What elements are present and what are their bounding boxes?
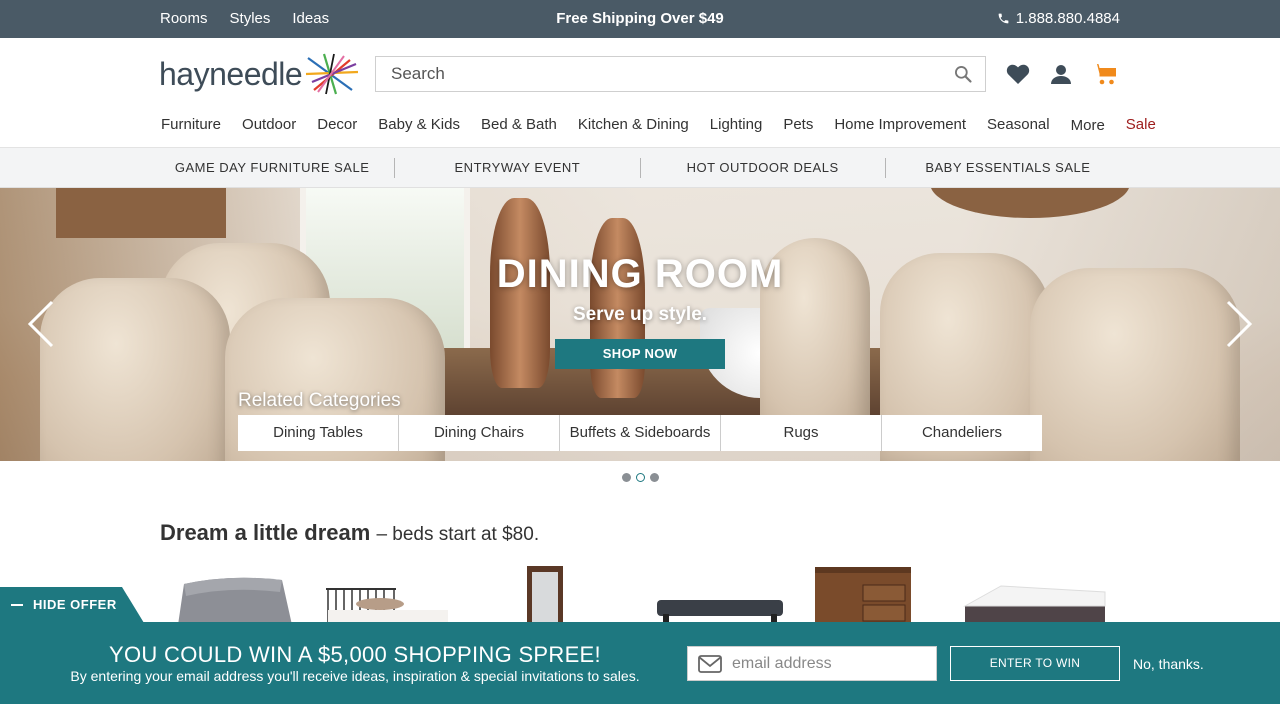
- hide-offer-tab[interactable]: HIDE OFFER: [0, 587, 144, 623]
- nav-seasonal[interactable]: Seasonal: [987, 116, 1050, 133]
- product-bed-upholstered-image[interactable]: [170, 570, 300, 625]
- carousel-dot-active[interactable]: [636, 473, 645, 482]
- top-link-rooms[interactable]: Rooms: [160, 10, 208, 27]
- enter-to-win-button[interactable]: ENTER TO WIN: [950, 646, 1120, 681]
- product-nightstand-image[interactable]: [813, 565, 913, 625]
- nav-furniture[interactable]: Furniture: [161, 116, 221, 133]
- hero-subtitle: Serve up style.: [572, 304, 708, 325]
- email-input[interactable]: [732, 647, 932, 680]
- related-categories-title: Related Categories: [238, 390, 401, 411]
- logo[interactable]: hayneedle: [159, 52, 360, 96]
- nav-outdoor[interactable]: Outdoor: [242, 116, 296, 133]
- hero-banner[interactable]: DINING ROOM Serve up style. SHOP NOW Rel…: [0, 188, 1280, 461]
- search-box: [375, 56, 986, 92]
- phone-icon: [998, 13, 1009, 24]
- nav-lighting[interactable]: Lighting: [710, 116, 763, 133]
- section-subtitle: – beds start at $80.: [376, 524, 540, 545]
- nav-bed-bath[interactable]: Bed & Bath: [481, 116, 557, 133]
- account-icon[interactable]: [1050, 63, 1072, 85]
- logo-needles-icon: [306, 53, 359, 95]
- promo-outdoor-deals[interactable]: HOT OUTDOOR DEALS: [641, 160, 885, 175]
- top-link-styles[interactable]: Styles: [230, 10, 271, 27]
- minus-icon: [11, 604, 23, 606]
- header-icons: [1006, 62, 1118, 86]
- nav-baby-kids[interactable]: Baby & Kids: [378, 116, 460, 133]
- offer-headline: YOU COULD WIN A $5,000 SHOPPING SPREE!: [109, 642, 601, 667]
- related-buffets-sideboards[interactable]: Buffets & Sideboards: [560, 415, 721, 451]
- promo-game-day[interactable]: GAME DAY FURNITURE SALE: [150, 160, 394, 175]
- nav-pets[interactable]: Pets: [783, 116, 813, 133]
- nav-more[interactable]: More: [1071, 117, 1105, 134]
- related-chandeliers[interactable]: Chandeliers: [882, 415, 1042, 451]
- product-mattress-image[interactable]: [963, 584, 1108, 624]
- shop-now-button[interactable]: SHOP NOW: [555, 339, 725, 369]
- logo-text: hayneedle: [159, 55, 303, 92]
- email-field-box: [687, 646, 937, 681]
- header: hayneedle Furniture Outdoor Decor Baby &…: [0, 38, 1280, 148]
- related-rugs[interactable]: Rugs: [721, 415, 882, 451]
- nav-home-improvement[interactable]: Home Improvement: [834, 116, 966, 133]
- hide-offer-label: HIDE OFFER: [33, 597, 117, 612]
- hero-title: DINING ROOM: [496, 252, 784, 296]
- phone-text: 1.888.880.4884: [1015, 10, 1120, 27]
- promo-strip: GAME DAY FURNITURE SALE ENTRYWAY EVENT H…: [0, 148, 1280, 188]
- nav-kitchen-dining[interactable]: Kitchen & Dining: [578, 116, 689, 133]
- related-categories: Dining Tables Dining Chairs Buffets & Si…: [238, 415, 1042, 451]
- product-mirror-image[interactable]: [525, 564, 565, 624]
- top-link-ideas[interactable]: Ideas: [292, 10, 329, 27]
- carousel-next-arrow-icon[interactable]: [1224, 298, 1256, 350]
- envelope-icon: [698, 655, 722, 673]
- carousel-dot[interactable]: [650, 473, 659, 482]
- heart-icon[interactable]: [1006, 63, 1030, 85]
- offer-subtext: By entering your email address you'll re…: [70, 668, 640, 684]
- carousel-dots: [622, 473, 659, 482]
- search-input[interactable]: [376, 57, 936, 91]
- related-dining-tables[interactable]: Dining Tables: [238, 415, 399, 451]
- related-dining-chairs[interactable]: Dining Chairs: [399, 415, 560, 451]
- nav-decor[interactable]: Decor: [317, 116, 357, 133]
- email-offer-banner: YOU COULD WIN A $5,000 SHOPPING SPREE! B…: [0, 622, 1280, 704]
- nav-sale[interactable]: Sale: [1126, 116, 1156, 133]
- top-links: Rooms Styles Ideas: [160, 10, 329, 27]
- cart-icon[interactable]: [1092, 62, 1118, 86]
- promo-entryway[interactable]: ENTRYWAY EVENT: [395, 160, 639, 175]
- product-row: [170, 562, 1120, 625]
- page-bottom: [0, 704, 1280, 711]
- carousel-dot[interactable]: [622, 473, 631, 482]
- no-thanks-link[interactable]: No, thanks.: [1133, 656, 1204, 672]
- section-title: Dream a little dream: [160, 520, 371, 545]
- section-heading: Dream a little dream – beds start at $80…: [160, 520, 539, 546]
- search-icon[interactable]: [953, 64, 973, 84]
- top-bar: Rooms Styles Ideas Free Shipping Over $4…: [0, 0, 1280, 38]
- product-bed-metal-image[interactable]: [322, 584, 452, 624]
- main-nav: Furniture Outdoor Decor Baby & Kids Bed …: [161, 116, 1156, 134]
- carousel-prev-arrow-icon[interactable]: [24, 298, 56, 350]
- phone-number[interactable]: 1.888.880.4884: [997, 10, 1120, 27]
- promo-baby-essentials[interactable]: BABY ESSENTIALS SALE: [886, 160, 1130, 175]
- hero-wall-art: [56, 188, 226, 238]
- product-bench-image[interactable]: [655, 598, 785, 622]
